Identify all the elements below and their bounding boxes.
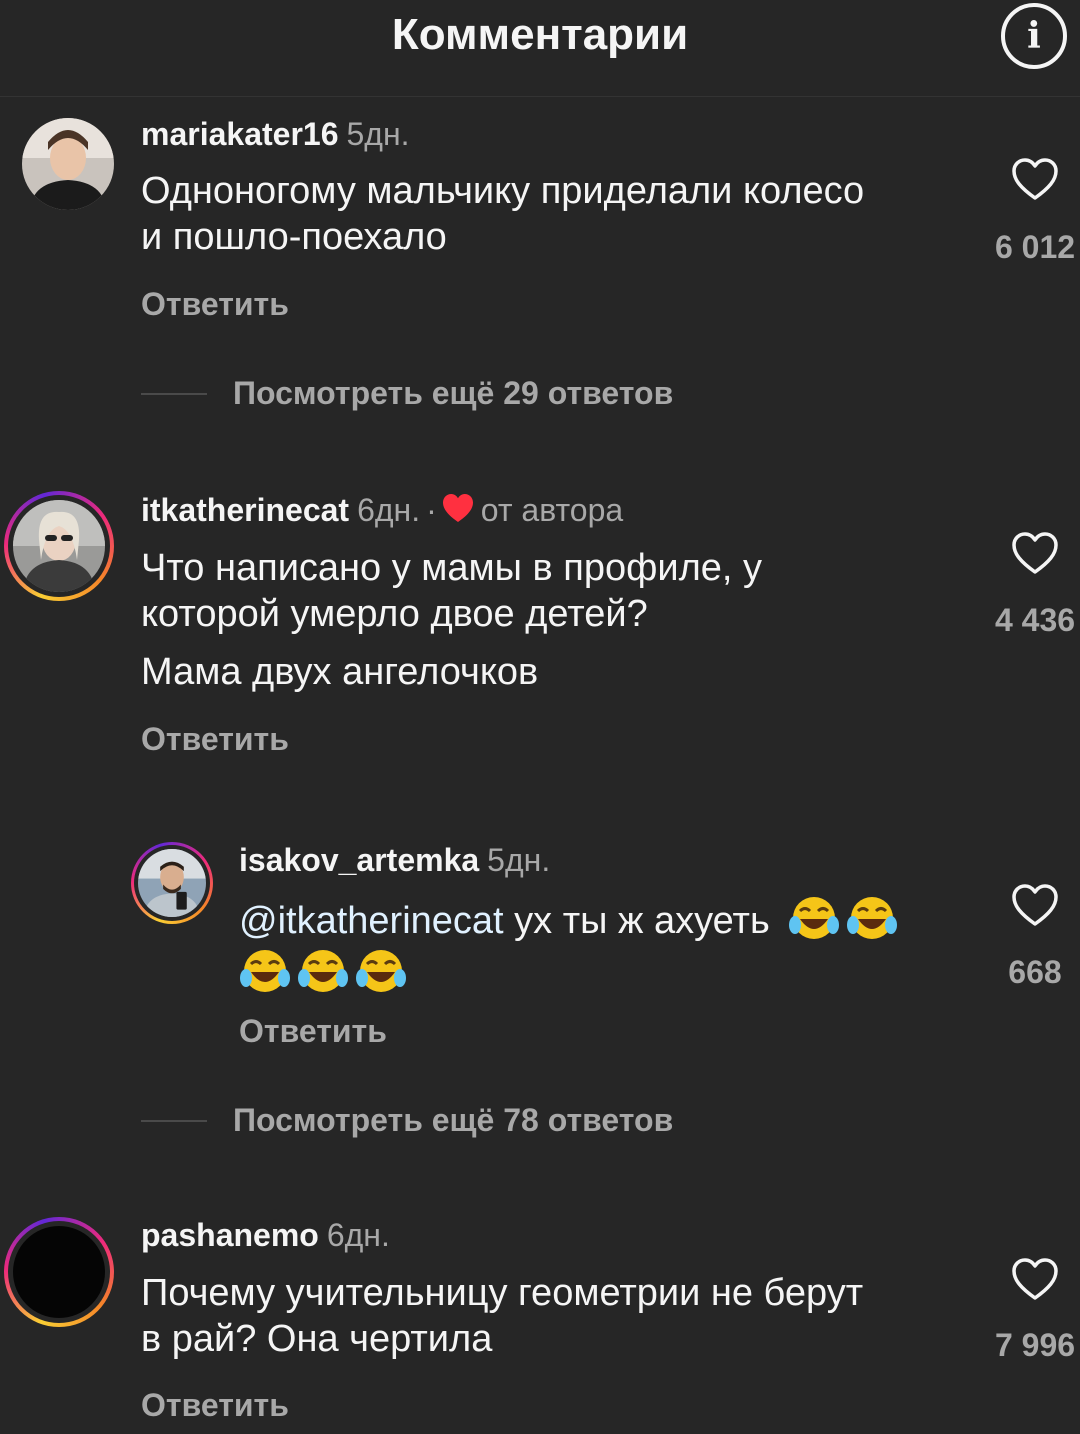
avatar[interactable] [4,1217,114,1327]
tears-of-joy-emoji-icon [847,897,898,939]
comment-line: Мама двух ангелочков [141,651,539,693]
author-like-note: от автора [480,492,624,528]
comment-text: Что написано у мамы в профиле, у которой… [141,545,961,695]
comment-line: Почему учительницу геометрии не берут [141,1272,864,1314]
comment-line: Что написано у мамы в профиле, у [141,547,763,589]
reply-button[interactable]: Ответить [141,1387,289,1424]
view-more-label: Посмотреть ещё 29 ответов [233,375,674,411]
username[interactable]: pashanemo [141,1217,319,1253]
comment-text: Почему учительницу геометрии не берут в … [141,1270,961,1362]
heart-icon[interactable] [1011,157,1059,201]
tears-of-joy-emoji-icon [356,950,406,992]
timestamp: 6дн. [326,1217,390,1253]
reply-text: @itkatherinecat ух ты ж ахуеть [239,895,969,997]
like-count: 4 436 [994,602,1076,638]
tears-of-joy-emoji-icon [789,897,840,939]
like-count: 7 996 [994,1327,1076,1363]
comment-line: Одноногому мальчику приделали колесо [141,170,865,212]
comment-meta: pashanemo 6дн. [141,1217,390,1254]
reply-button[interactable]: Ответить [141,721,289,758]
view-more-replies[interactable]: Посмотреть ещё 29 ответов [141,375,673,412]
header-bar: Комментарии i [0,0,1080,97]
page-title: Комментарии [391,10,689,59]
avatar[interactable] [22,118,114,210]
heart-icon [442,494,473,522]
comment-line: в рай? Она чертила [141,1318,493,1360]
timestamp: 5дн. [487,842,551,878]
reply-line: @itkatherinecat ух ты ж ахуеть [239,895,969,944]
like-count: 668 [1008,954,1062,990]
view-more-label: Посмотреть ещё 78 ответов [233,1102,674,1138]
timestamp: 6дн. [357,492,421,528]
divider-line [141,1119,207,1122]
avatar[interactable] [131,842,213,924]
reply-line [239,948,969,997]
mention-link[interactable]: @itkatherinecat [239,900,504,942]
username[interactable]: isakov_artemka [239,842,479,878]
timestamp: 5дн. [346,116,410,152]
heart-icon[interactable] [1011,1257,1059,1301]
reply-button[interactable]: Ответить [239,1013,387,1050]
username[interactable]: itkatherinecat [141,492,349,528]
separator: · [426,492,437,528]
reply-button[interactable]: Ответить [141,286,289,323]
comment-line: которой умерло двое детей? [141,593,648,635]
like-count: 6 012 [994,229,1076,265]
comment-meta: itkatherinecat 6дн. · от автора [141,492,623,529]
comments-screen: Комментарии i mariakater16 5дн. Одноногом… [0,0,1080,1434]
heart-icon[interactable] [1011,531,1059,575]
reply-body: ух ты ж ахуеть [503,900,770,942]
reply-meta: isakov_artemka 5дн. [239,842,550,879]
username[interactable]: mariakater16 [141,116,338,152]
info-glyph: i [1027,15,1041,57]
comment-line: и пошло-поехало [141,216,447,258]
comment-text: Одноногому мальчику приделали колесо и п… [141,168,961,260]
comment-meta: mariakater16 5дн. [141,116,410,153]
divider-line [141,392,207,395]
info-icon[interactable]: i [1001,3,1067,69]
view-more-replies[interactable]: Посмотреть ещё 78 ответов [141,1102,673,1139]
tears-of-joy-emoji-icon [240,950,290,992]
tears-of-joy-emoji-icon [298,950,348,992]
avatar[interactable] [4,491,114,601]
heart-icon[interactable] [1011,883,1059,927]
